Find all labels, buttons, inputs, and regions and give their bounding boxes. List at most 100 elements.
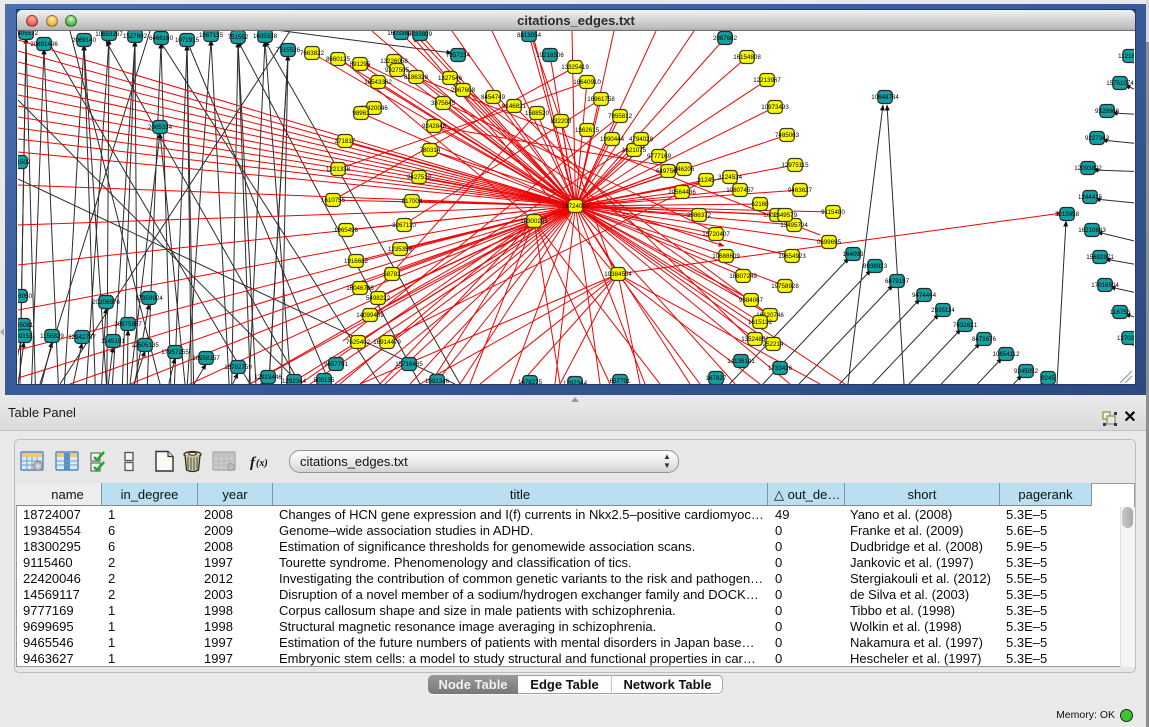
- svg-text:10807457: 10807457: [726, 187, 754, 194]
- svg-text:10653267: 10653267: [95, 31, 123, 38]
- svg-text:1327546: 1327546: [438, 75, 463, 82]
- svg-text:1349579: 1349579: [773, 212, 798, 219]
- svg-text:18300295: 18300295: [520, 218, 548, 225]
- svg-text:116753: 116753: [1110, 309, 1131, 316]
- svg-text:15716485: 15716485: [395, 361, 423, 368]
- svg-text:3124534: 3124534: [718, 174, 743, 181]
- svg-text:16210643: 16210643: [1078, 227, 1106, 234]
- svg-text:657791: 657791: [610, 378, 631, 384]
- svg-text:31245: 31245: [697, 177, 715, 184]
- svg-text:3215958: 3215958: [1055, 211, 1080, 218]
- svg-text:10046786: 10046786: [346, 285, 374, 292]
- svg-text:17016504: 17016504: [1091, 282, 1119, 289]
- svg-text:1527602: 1527602: [123, 33, 148, 40]
- svg-text:12213967: 12213967: [753, 77, 781, 84]
- svg-text:164093: 164093: [843, 251, 864, 258]
- svg-text:6033809: 6033809: [408, 31, 433, 38]
- svg-text:62160: 62160: [751, 201, 769, 208]
- svg-text:252214: 252214: [763, 341, 784, 348]
- svg-text:1965498: 1965498: [334, 227, 359, 234]
- svg-text:(x): (x): [256, 458, 268, 469]
- svg-text:1292344: 1292344: [563, 380, 588, 384]
- svg-text:9146821: 9146821: [502, 103, 527, 110]
- svg-text:7663822: 7663822: [300, 50, 325, 57]
- svg-text:1221338: 1221338: [326, 166, 351, 173]
- svg-text:10973493: 10973493: [761, 104, 789, 111]
- svg-text:20691406: 20691406: [30, 41, 58, 48]
- svg-text:8471676: 8471676: [972, 336, 997, 343]
- svg-text:0699695: 0699695: [817, 239, 842, 246]
- svg-text:1235359: 1235359: [388, 246, 413, 253]
- svg-text:9329966: 9329966: [1095, 108, 1120, 115]
- svg-text:505135: 505135: [314, 377, 335, 384]
- svg-text:16154808: 16154808: [733, 54, 761, 61]
- svg-text:9115400: 9115400: [821, 209, 845, 216]
- svg-text:1610755: 1610755: [321, 197, 346, 204]
- svg-text:751552: 751552: [228, 34, 249, 41]
- svg-text:161502: 161502: [18, 159, 31, 166]
- svg-text:7485063: 7485063: [775, 132, 800, 139]
- svg-text:1145191: 1145191: [101, 338, 125, 345]
- svg-text:832203: 832203: [551, 118, 572, 125]
- svg-text:7632621: 7632621: [953, 322, 978, 329]
- svg-text:9245052: 9245052: [1014, 368, 1039, 375]
- svg-text:1733426: 1733426: [768, 365, 793, 372]
- svg-text:1916682: 1916682: [344, 258, 369, 265]
- svg-text:18724007: 18724007: [562, 203, 590, 210]
- svg-text:780314: 780314: [420, 147, 441, 154]
- svg-text:1244415: 1244415: [1078, 194, 1103, 201]
- svg-text:9777169: 9777169: [647, 153, 672, 160]
- svg-text:13495794: 13495794: [780, 222, 808, 229]
- svg-text:9245: 9245: [1041, 375, 1055, 382]
- svg-text:15692971: 15692971: [1086, 254, 1114, 261]
- svg-text:1156829: 1156829: [40, 333, 64, 340]
- svg-text:2005334: 2005334: [148, 124, 173, 131]
- svg-text:2935114: 2935114: [931, 307, 955, 314]
- svg-text:5498222: 5498222: [366, 295, 391, 302]
- svg-text:3267110: 3267110: [392, 222, 416, 229]
- svg-text:1990444: 1990444: [600, 136, 625, 143]
- svg-text:2986372: 2986372: [687, 212, 712, 219]
- svg-text:30975887: 30975887: [114, 321, 142, 328]
- svg-text:8938923: 8938923: [863, 263, 888, 270]
- svg-text:12093822: 12093822: [1074, 165, 1102, 172]
- svg-text:10654112: 10654112: [992, 351, 1020, 358]
- svg-text:17957255: 17957255: [161, 349, 189, 356]
- svg-text:1362615: 1362615: [575, 127, 600, 134]
- svg-text:20564436: 20564436: [668, 189, 696, 196]
- svg-text:17359924: 17359924: [135, 295, 163, 302]
- svg-text:16961758: 16961758: [587, 96, 615, 103]
- svg-text:13325419: 13325419: [561, 64, 589, 71]
- svg-text:8186328: 8186328: [404, 74, 429, 81]
- svg-text:39153: 39153: [18, 333, 33, 340]
- svg-text:9427512: 9427512: [407, 174, 432, 181]
- svg-text:9242848: 9242848: [422, 123, 447, 130]
- svg-text:1621075: 1621075: [622, 147, 647, 154]
- svg-text:14099489: 14099489: [356, 312, 384, 319]
- svg-text:8660125: 8660125: [326, 56, 351, 63]
- svg-text:1678275: 1678275: [518, 379, 543, 384]
- svg-text:2616050: 2616050: [18, 293, 33, 300]
- svg-text:20206576: 20206576: [92, 299, 120, 306]
- svg-text:7955812: 7955812: [608, 113, 633, 120]
- svg-text:98961: 98961: [352, 110, 370, 117]
- svg-text:19654923: 19654923: [778, 253, 806, 260]
- svg-text:16543362: 16543362: [364, 79, 392, 86]
- svg-text:7515526: 7515526: [276, 47, 301, 54]
- svg-text:9327505: 9327505: [385, 67, 410, 74]
- svg-text:6466160: 6466160: [149, 35, 174, 42]
- svg-text:15720407: 15720407: [702, 231, 730, 238]
- svg-text:167827: 167827: [706, 375, 727, 382]
- svg-text:10688609: 10688609: [712, 253, 740, 260]
- svg-text:10958157: 10958157: [192, 355, 220, 362]
- svg-text:9657791: 9657791: [324, 361, 349, 368]
- svg-text:585081: 585081: [18, 322, 34, 329]
- svg-text:817004: 817004: [402, 198, 423, 205]
- svg-text:19384554: 19384554: [604, 271, 632, 278]
- svg-text:16782759: 16782759: [224, 364, 252, 371]
- svg-text:7857234: 7857234: [446, 52, 471, 59]
- svg-text:4794028: 4794028: [629, 136, 654, 143]
- svg-text:1067135: 1067135: [199, 32, 224, 39]
- svg-text:16914479: 16914479: [373, 339, 401, 346]
- svg-text:12505135: 12505135: [131, 342, 159, 349]
